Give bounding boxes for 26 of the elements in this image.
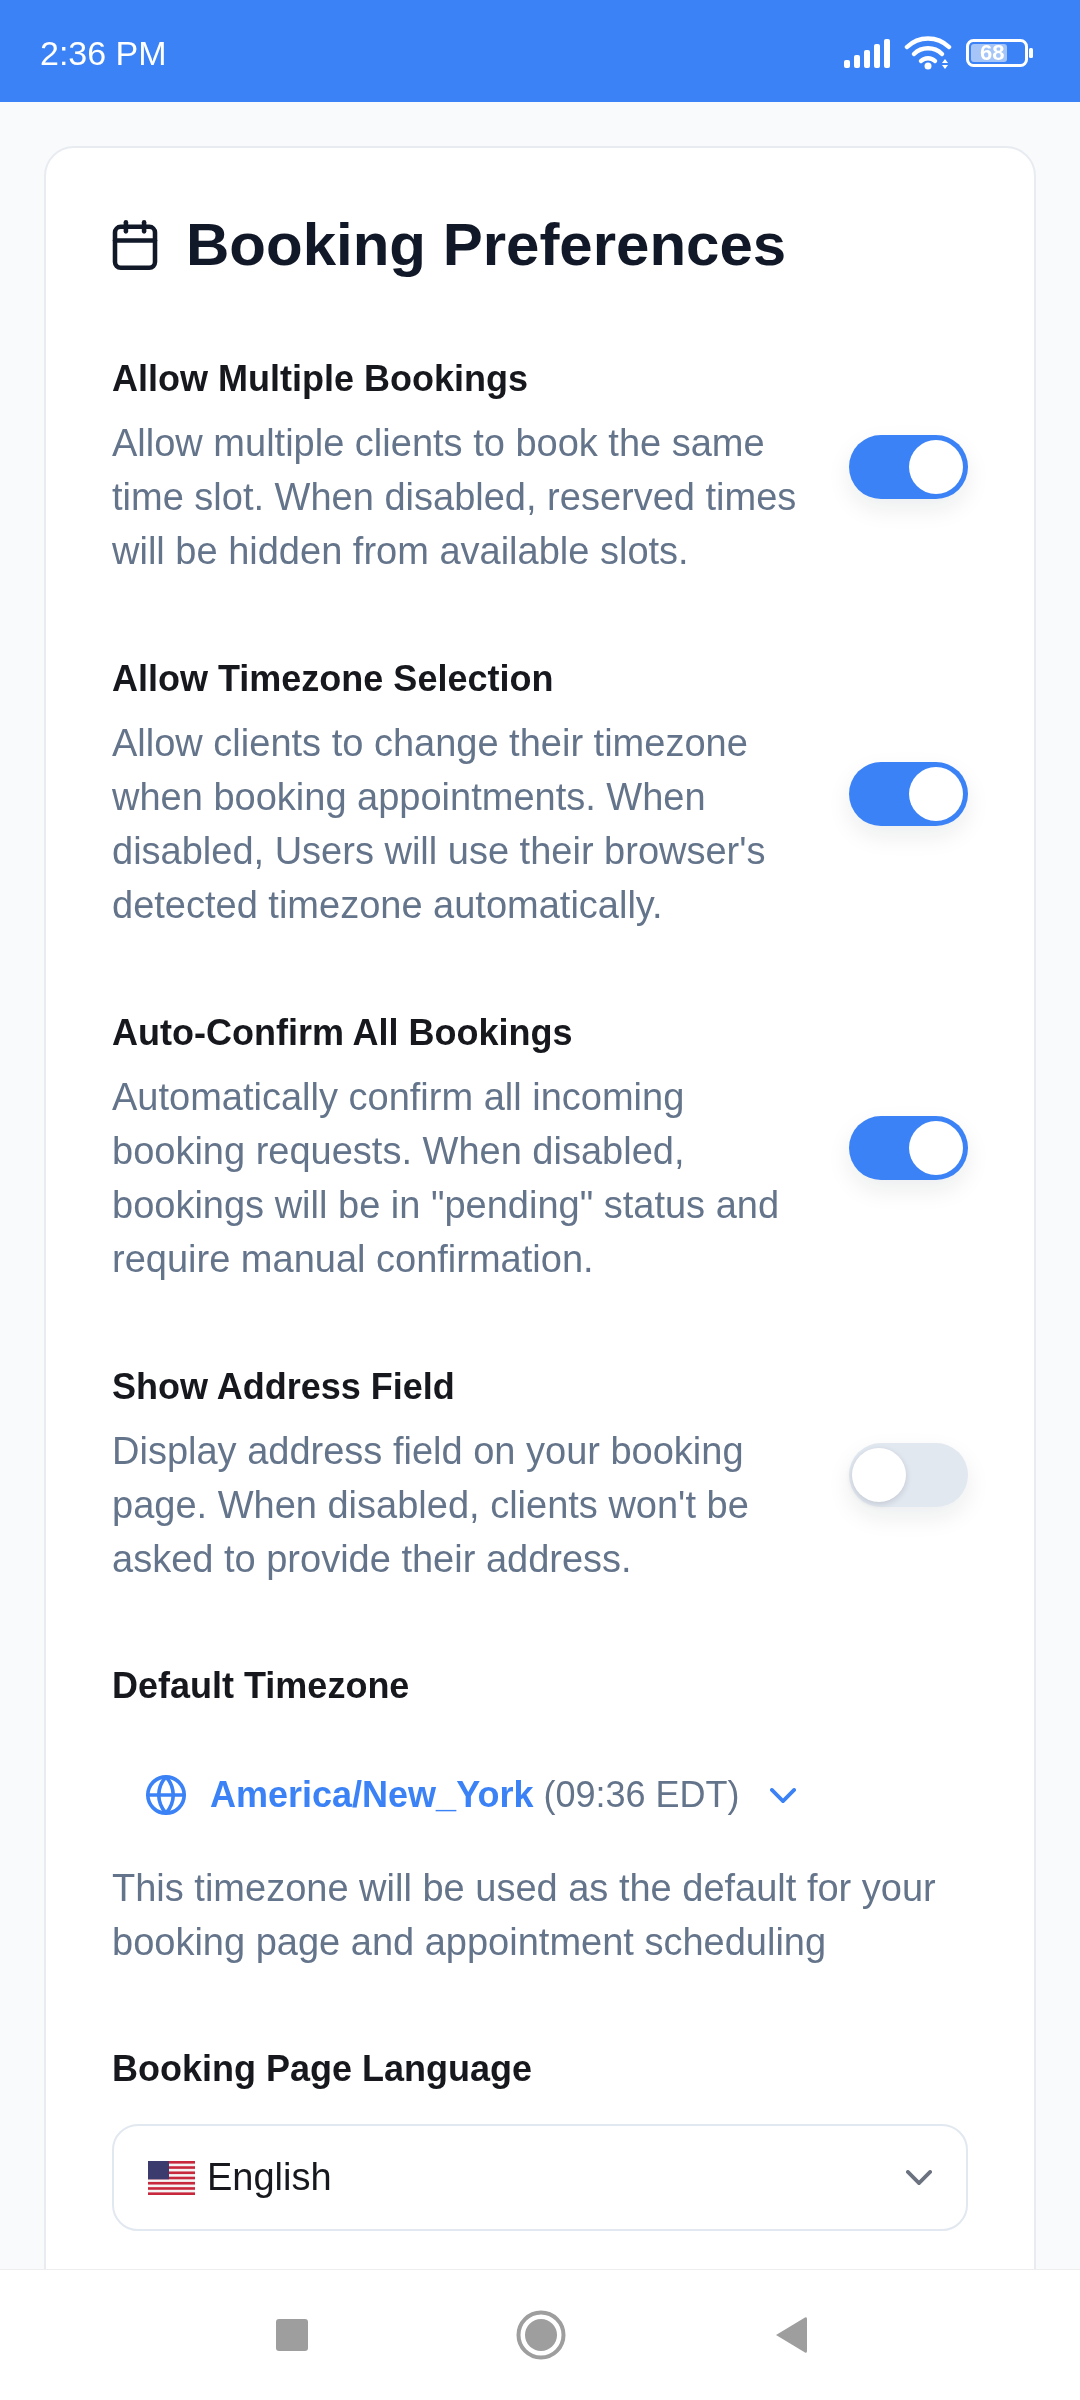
card-title: Booking Preferences [186,210,787,280]
setting-description: Display address field on your booking page. When disabled, clients won't be asked to provide their address. [112,1429,750,1582]
setting-label: Allow Timezone Selection [112,657,555,701]
help-text: This timezone will be used as the default for your booking page and appointment scheduling [112,1866,937,1965]
setting-label: Auto-Confirm All Bookings [112,1011,574,1055]
battery-percent: 68 [980,40,1005,66]
signal-icon [844,38,892,68]
section-label: Default Timezone [112,1664,411,1708]
setting-label: Allow Multiple Bookings [112,357,529,401]
wifi-icon [904,36,952,70]
calendar-icon [112,220,158,270]
back-icon[interactable] [774,2315,808,2355]
battery-icon [966,39,1034,67]
section-label: Booking Page Language [112,2047,534,2091]
status-time: 2:36 PM [40,33,167,73]
chevron-down-icon [906,2170,932,2185]
home-icon[interactable] [516,2310,566,2360]
flag-icon [148,2160,195,2195]
language-select[interactable]: English [112,2124,968,2231]
setting-label: Show Address Field [112,1365,456,1409]
setting-description: Automatically confirm all incoming booking requests. When disabled, bookings will be in "pending" status and require manual confirmation. [112,1075,781,1282]
setting-description: Allow multiple clients to book the same time slot. When disabled, reserved times will be hidden from available slots. [112,421,798,574]
toggle-switch[interactable] [849,1443,968,1507]
chevron-down-icon [769,1787,796,1803]
globe-icon [146,1775,186,1815]
setting-description: Allow clients to change their timezone when booking appointments. When disabled, Users will use their browser's detected timezone automatically. [112,721,767,928]
